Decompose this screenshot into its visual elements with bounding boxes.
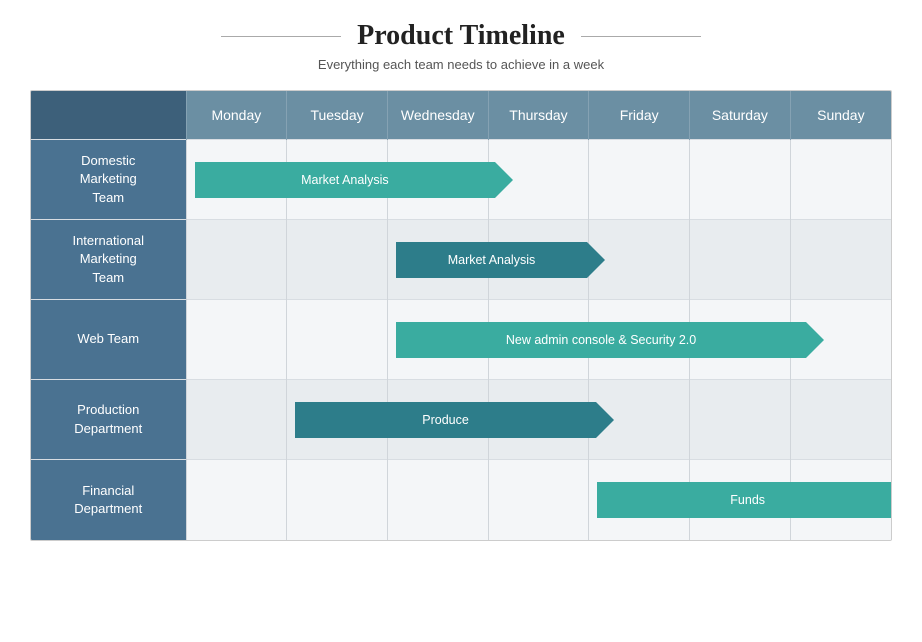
- day-cell: [186, 220, 287, 300]
- header-saturday: Saturday: [690, 91, 791, 140]
- row-label: DomesticMarketingTeam: [31, 140, 186, 220]
- table-row: ProductionDepartment Produce: [31, 380, 891, 460]
- day-cell: [488, 300, 589, 380]
- day-cell: [287, 140, 388, 220]
- day-cell: [186, 460, 287, 540]
- header-monday: Monday: [186, 91, 287, 140]
- day-cell: [186, 300, 287, 380]
- row-label: Web Team: [31, 300, 186, 380]
- day-cell: [790, 220, 891, 300]
- table-row: InternationalMarketingTeam Market Analysi…: [31, 220, 891, 300]
- day-cell: [387, 140, 488, 220]
- header-wednesday: Wednesday: [387, 91, 488, 140]
- header-thursday: Thursday: [488, 91, 589, 140]
- timeline-table-wrapper: Monday Tuesday Wednesday Thursday Friday…: [30, 90, 892, 541]
- day-cell: [790, 300, 891, 380]
- day-cell: [589, 220, 690, 300]
- table-row: DomesticMarketingTeamMarket Analysis: [31, 140, 891, 220]
- day-cell: Funds: [589, 460, 690, 540]
- row-label: ProductionDepartment: [31, 380, 186, 460]
- day-cell: [488, 380, 589, 460]
- day-cell: [387, 380, 488, 460]
- day-cell: [589, 140, 690, 220]
- day-cell: Market Analysis: [186, 140, 287, 220]
- page-subtitle: Everything each team needs to achieve in…: [30, 57, 892, 72]
- day-cell: [690, 300, 791, 380]
- day-cell: Produce: [287, 380, 388, 460]
- day-cell: [488, 220, 589, 300]
- timeline-table: Monday Tuesday Wednesday Thursday Friday…: [31, 91, 891, 540]
- day-cell: [488, 140, 589, 220]
- table-row: Web Team New admin console & Security 2.0: [31, 300, 891, 380]
- day-cell: [488, 460, 589, 540]
- day-cell: [589, 300, 690, 380]
- day-cell: [287, 460, 388, 540]
- header-row: Monday Tuesday Wednesday Thursday Friday…: [31, 91, 891, 140]
- row-label: InternationalMarketingTeam: [31, 220, 186, 300]
- day-cell: [387, 460, 488, 540]
- left-divider: [221, 36, 341, 37]
- title-section: Product Timeline Everything each team ne…: [30, 20, 892, 72]
- day-cell: [790, 460, 891, 540]
- page-title: Product Timeline: [357, 20, 565, 51]
- day-cell: [690, 460, 791, 540]
- row-label: FinancialDepartment: [31, 460, 186, 540]
- day-cell: New admin console & Security 2.0: [387, 300, 488, 380]
- day-cell: [186, 380, 287, 460]
- day-cell: [589, 380, 690, 460]
- day-cell: [790, 140, 891, 220]
- day-cell: Market Analysis: [387, 220, 488, 300]
- day-cell: [287, 300, 388, 380]
- day-cell: [690, 140, 791, 220]
- day-cell: [690, 380, 791, 460]
- day-cell: [790, 380, 891, 460]
- right-divider: [581, 36, 701, 37]
- header-tuesday: Tuesday: [287, 91, 388, 140]
- header-label: [31, 91, 186, 140]
- day-cell: [287, 220, 388, 300]
- header-friday: Friday: [589, 91, 690, 140]
- page-container: Product Timeline Everything each team ne…: [0, 0, 922, 642]
- header-sunday: Sunday: [790, 91, 891, 140]
- table-row: FinancialDepartment Funds: [31, 460, 891, 540]
- day-cell: [690, 220, 791, 300]
